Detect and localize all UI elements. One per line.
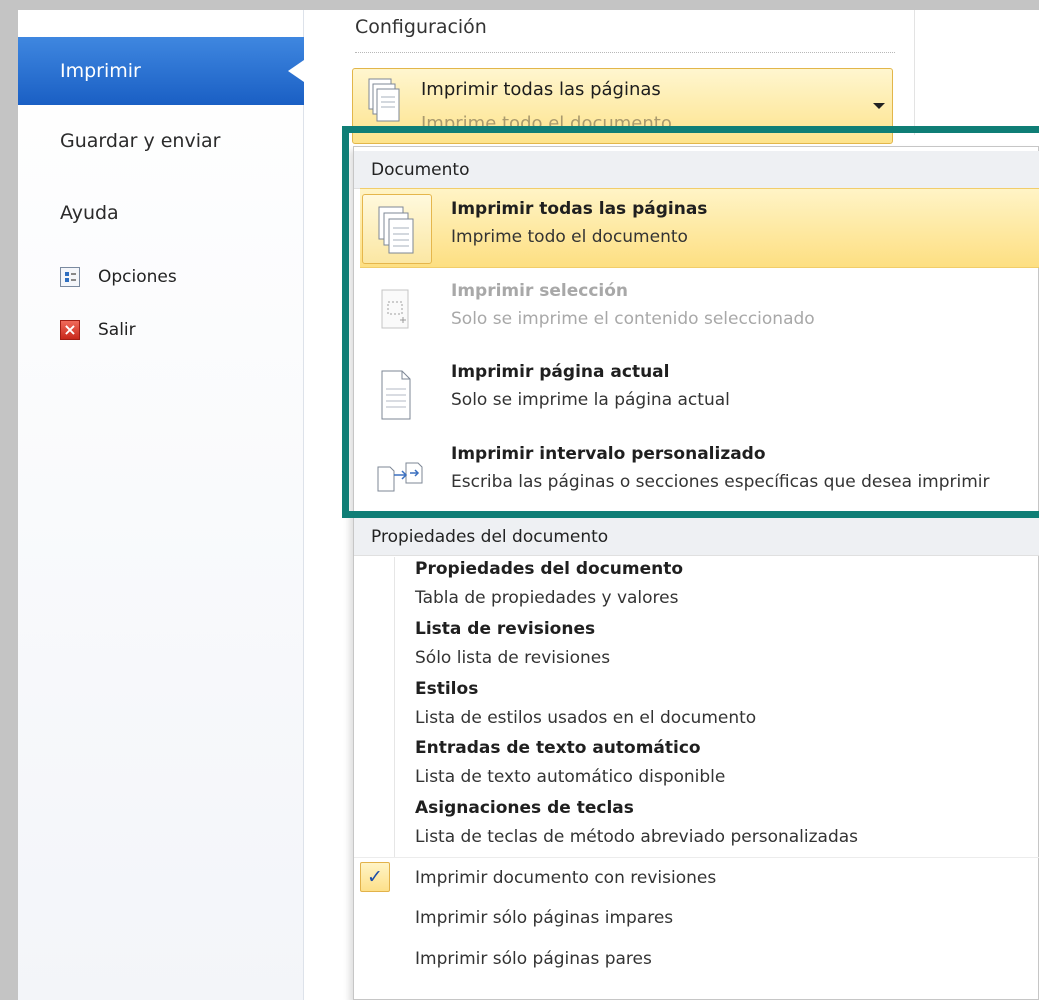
toggle-label: Imprimir sólo páginas pares [415,949,652,969]
toggle-paginas-pares[interactable]: Imprimir sólo páginas pares [354,939,1039,979]
pages-stack-icon [368,78,400,122]
nav-item-ayuda[interactable]: Ayuda [18,179,304,247]
prop-estilos-title[interactable]: Estilos [415,679,478,699]
nav-item-imprimir[interactable]: Imprimir [18,37,304,105]
option-description: Solo se imprime la página actual [451,390,730,410]
current-page-icon [362,357,432,427]
prop-autotexto-desc: Lista de texto automático disponible [415,767,726,787]
option-imprimir-intervalo[interactable]: Imprimir intervalo personalizado Escriba… [354,434,1039,514]
prop-revisiones-title[interactable]: Lista de revisiones [415,619,595,639]
combo-selected-description: Imprime todo el documento [421,113,672,134]
checkmark-icon[interactable]: ✓ [360,862,390,892]
all-pages-icon [362,194,432,264]
toggle-label: Imprimir documento con revisiones [415,868,717,888]
prop-estilos-desc: Lista de estilos usados en el documento [415,708,757,728]
option-description: Escriba las páginas o secciones específi… [451,472,990,492]
nav-item-salir-label: Salir [98,320,136,340]
option-imprimir-seleccion[interactable]: Imprimir selección Solo se imprime el co… [354,271,1039,351]
props-left-rule [394,557,395,857]
backstage-nav: Imprimir Guardar y enviar Ayuda Opciones… [18,10,304,1000]
options-icon [60,267,80,287]
section-header-propiedades: Propiedades del documento [354,518,1039,556]
prop-autotexto-title[interactable]: Entradas de texto automático [415,738,701,758]
config-separator [355,52,895,53]
exit-icon: × [60,320,80,340]
prop-teclas-title[interactable]: Asignaciones de teclas [415,798,634,818]
toggle-label: Imprimir sólo páginas impares [415,908,674,928]
option-imprimir-todas[interactable]: Imprimir todas las páginas Imprime todo … [360,188,1039,268]
config-section-title: Configuración [355,16,487,38]
prop-propiedades-title[interactable]: Propiedades del documento [415,559,683,579]
nav-item-guardar-y-enviar[interactable]: Guardar y enviar [18,107,304,175]
prop-teclas-desc: Lista de teclas de método abreviado pers… [415,827,859,847]
toggle-imprimir-con-revisiones[interactable]: ✓ Imprimir documento con revisiones [354,857,1039,897]
toggle-paginas-impares[interactable]: Imprimir sólo páginas impares [354,898,1039,938]
selected-notch [288,60,304,82]
option-title: Imprimir selección [451,281,629,301]
nav-item-opciones-label: Opciones [98,267,177,287]
nav-item-salir[interactable]: × Salir [60,320,136,340]
window-frame-top [0,0,1039,10]
prop-propiedades-desc: Tabla de propiedades y valores [415,588,679,608]
option-imprimir-pagina-actual[interactable]: Imprimir página actual Solo se imprime l… [354,352,1039,432]
combo-selected-title: Imprimir todas las páginas [421,79,661,100]
selection-icon [362,276,432,346]
print-range-combo[interactable]: Imprimir todas las páginas Imprime todo … [352,68,893,144]
right-divider [914,10,915,135]
option-description: Solo se imprime el contenido seleccionad… [451,309,815,329]
prop-revisiones-desc: Sólo lista de revisiones [415,648,611,668]
custom-range-icon [362,439,432,509]
option-title: Imprimir todas las páginas [451,199,708,219]
section-header-documento: Documento [354,151,1039,189]
print-range-dropdown: Documento Imprimir todas las páginas Imp… [353,146,1039,1000]
option-description: Imprime todo el documento [451,227,688,247]
window-frame-left [0,0,18,1000]
option-title: Imprimir intervalo personalizado [451,444,766,464]
option-title: Imprimir página actual [451,362,670,382]
nav-item-opciones[interactable]: Opciones [60,267,177,287]
chevron-down-icon[interactable] [873,103,885,109]
